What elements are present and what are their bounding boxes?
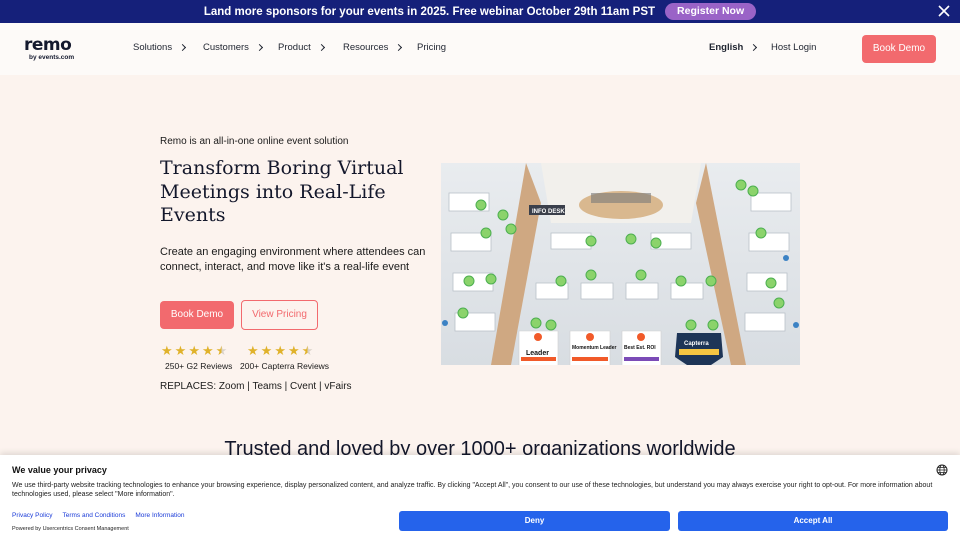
terms-link[interactable]: Terms and Conditions — [62, 512, 125, 519]
nav-resources[interactable]: Resources — [343, 42, 403, 53]
chevron-right-icon — [317, 43, 325, 52]
consent-links: Privacy Policy Terms and Conditions More… — [12, 512, 184, 519]
capterra-reviews-label: 200+ Capterra Reviews — [240, 361, 330, 371]
floor-plan-illustration: INFO DESK Leader Momentum Leader Best Es… — [441, 163, 800, 365]
capterra-rating-stars: ★ ★ ★ ★ ★ — [247, 344, 313, 357]
nav-customers-label: Customers — [203, 42, 249, 53]
svg-text:Best Est. ROI: Best Est. ROI — [624, 345, 656, 351]
remo-logo[interactable]: remo by events.com — [24, 36, 84, 64]
star-icon: ★ — [247, 343, 259, 358]
language-label: English — [709, 42, 744, 53]
g2-rating-stars: ★ ★ ★ ★ ★ — [161, 344, 227, 357]
nav-product-label: Product — [278, 42, 311, 53]
capterra-shortlist-badge: Capterra — [675, 333, 723, 365]
register-now-button[interactable]: Register Now — [665, 3, 757, 20]
star-icon: ★ — [274, 343, 286, 358]
star-icon: ★ — [287, 343, 300, 358]
nav-customers[interactable]: Customers — [203, 42, 263, 53]
consent-title: We value your privacy — [12, 465, 107, 475]
star-icon: ★ — [260, 343, 273, 358]
nav-solutions-label: Solutions — [133, 42, 173, 53]
nav-pricing[interactable]: Pricing — [417, 42, 446, 53]
nav-book-demo-button[interactable]: Book Demo — [862, 35, 936, 63]
g2-best-roi-badge: Best Est. ROI — [621, 330, 662, 365]
nav-solutions[interactable]: Solutions — [133, 42, 187, 53]
hero-eyebrow: Remo is an all-in-one online event solut… — [160, 136, 349, 147]
svg-text:Momentum Leader: Momentum Leader — [572, 345, 617, 351]
g2-momentum-leader-badge: Momentum Leader — [569, 330, 617, 365]
host-login-label: Host Login — [771, 42, 817, 53]
announcement-text: Land more sponsors for your events in 20… — [203, 5, 656, 18]
chevron-right-icon — [255, 43, 263, 52]
logo-wordmark: remo — [24, 35, 72, 55]
globe-icon[interactable] — [936, 464, 948, 476]
info-desk-label: INFO DESK — [532, 209, 565, 215]
host-login-link[interactable]: Host Login — [771, 42, 816, 53]
chevron-right-icon — [750, 43, 758, 52]
star-icon: ★ — [161, 343, 173, 358]
language-selector[interactable]: English — [709, 42, 758, 53]
g2-reviews-label: 250+ G2 Reviews — [165, 361, 233, 371]
svg-text:Leader: Leader — [526, 350, 549, 357]
star-icon: ★ — [201, 343, 214, 358]
hero-title: Transform Boring Virtual Meetings into R… — [160, 157, 404, 226]
close-icon[interactable] — [938, 5, 950, 17]
nav-pricing-label: Pricing — [417, 42, 447, 53]
star-icon: ★ — [188, 343, 200, 358]
hero-book-demo-button[interactable]: Book Demo — [160, 301, 234, 329]
consent-powered-by: Powered by Usercentrics Consent Manageme… — [12, 526, 129, 532]
deny-button[interactable]: Deny — [399, 511, 670, 531]
hero-description: Create an engaging environment where att… — [160, 246, 426, 273]
chevron-right-icon — [395, 43, 403, 52]
consent-body: We use third-party website tracking tech… — [12, 482, 933, 498]
nav-product[interactable]: Product — [278, 42, 325, 53]
privacy-policy-link[interactable]: Privacy Policy — [12, 512, 52, 519]
half-star-icon: ★ — [301, 343, 314, 358]
svg-text:Capterra: Capterra — [684, 341, 709, 347]
main-nav: remo by events.com Solutions Customers P… — [0, 23, 960, 75]
announcement-bar: Land more sponsors for your events in 20… — [0, 0, 960, 23]
g2-leader-badge: Leader — [518, 330, 559, 365]
half-star-icon: ★ — [215, 343, 228, 358]
accept-all-button[interactable]: Accept All — [678, 511, 948, 531]
more-information-link[interactable]: More Information — [135, 512, 184, 519]
star-icon: ★ — [174, 343, 187, 358]
cookie-consent-banner: We value your privacy We use third-party… — [0, 455, 960, 540]
view-pricing-button[interactable]: View Pricing — [241, 300, 318, 330]
virtual-floor-image: INFO DESK Leader Momentum Leader Best Es… — [441, 163, 800, 365]
logo-subtitle: by events.com — [29, 54, 75, 61]
replaces-line: REPLACES: Zoom | Teams | Cvent | vFairs — [160, 381, 352, 392]
chevron-right-icon — [179, 43, 187, 52]
nav-resources-label: Resources — [343, 42, 389, 53]
